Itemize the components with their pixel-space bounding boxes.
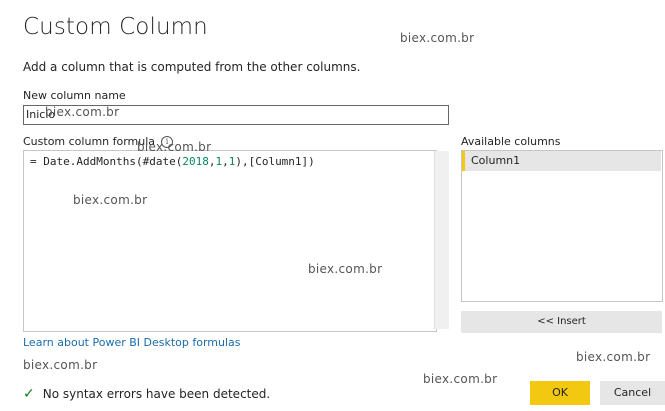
formula-label: Custom column formula bbox=[23, 135, 156, 148]
watermark: biex.com.br bbox=[137, 140, 212, 154]
available-columns-list bbox=[461, 150, 663, 302]
formula-scrollbar[interactable] bbox=[434, 151, 449, 329]
available-column-item[interactable]: Column1 bbox=[462, 151, 661, 171]
formula-editor[interactable] bbox=[23, 150, 437, 332]
ok-button[interactable]: OK bbox=[530, 381, 590, 405]
status-message: ✓ No syntax errors have been detected. bbox=[23, 386, 270, 402]
dialog-subtitle: Add a column that is computed from the o… bbox=[23, 60, 361, 74]
new-column-name-label: New column name bbox=[23, 89, 126, 102]
watermark: biex.com.br bbox=[423, 372, 498, 386]
dialog-title: Custom Column bbox=[23, 14, 208, 40]
learn-formulas-link[interactable]: Learn about Power BI Desktop formulas bbox=[23, 336, 241, 349]
watermark: biex.com.br bbox=[400, 31, 475, 45]
watermark: biex.com.br bbox=[45, 105, 120, 119]
status-text: No syntax errors have been detected. bbox=[42, 387, 271, 401]
watermark: biex.com.br bbox=[576, 350, 651, 364]
available-columns-label: Available columns bbox=[461, 135, 561, 148]
check-icon: ✓ bbox=[23, 386, 35, 402]
watermark: biex.com.br bbox=[73, 193, 148, 207]
watermark: biex.com.br bbox=[23, 358, 98, 372]
watermark: biex.com.br bbox=[308, 262, 383, 276]
cancel-button[interactable]: Cancel bbox=[600, 381, 665, 405]
insert-button[interactable]: << Insert bbox=[461, 311, 662, 333]
formula-text[interactable]: = Date.AddMonths(#date(2018,1,1),[Column… bbox=[30, 155, 315, 168]
